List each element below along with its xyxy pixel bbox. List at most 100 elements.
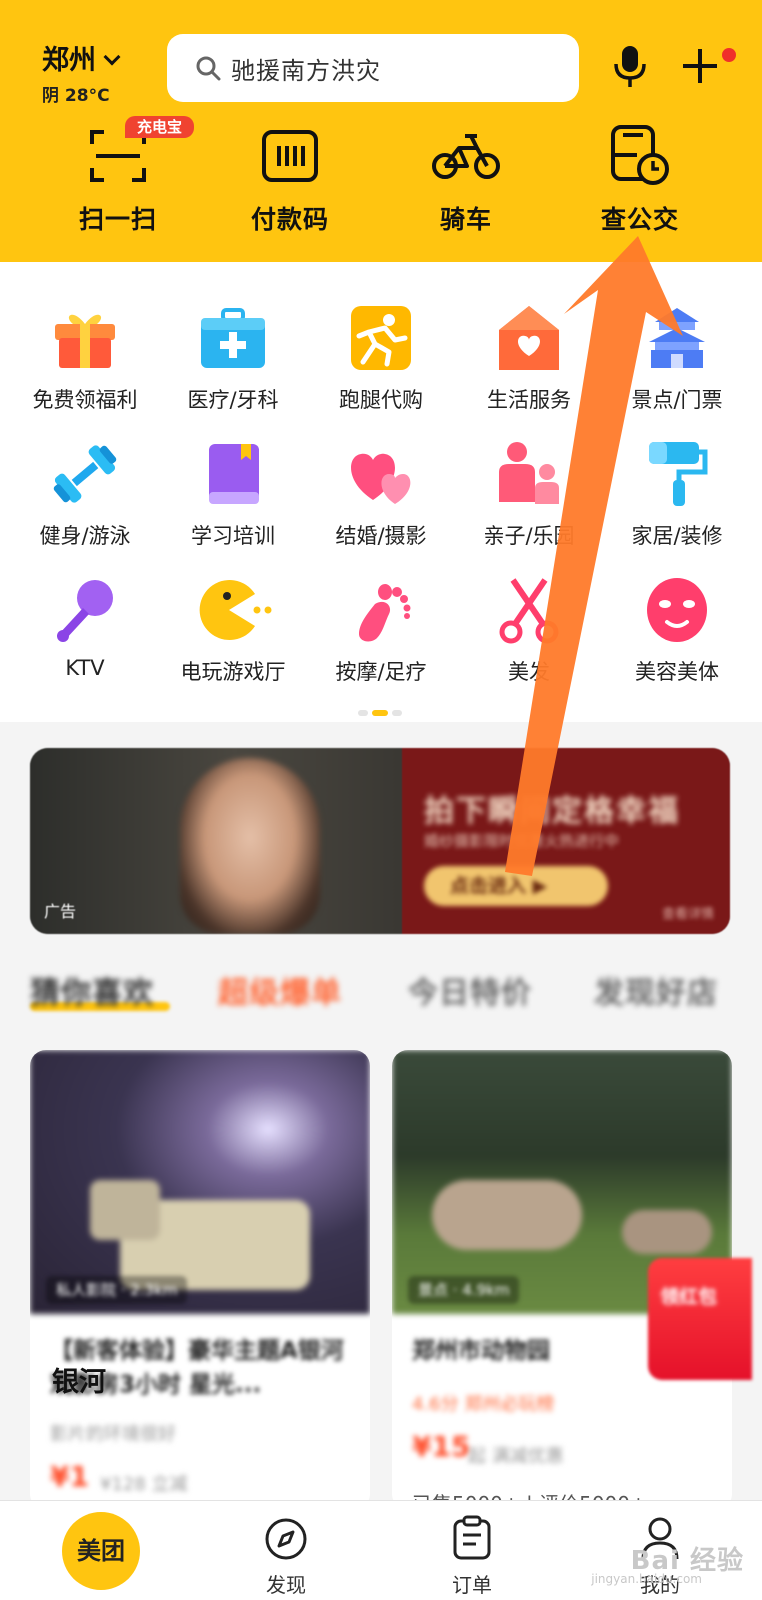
medical-kit-icon <box>201 308 265 368</box>
pacman-icon <box>199 580 272 640</box>
nav-label: 发现 <box>266 1573 306 1597</box>
card-rating: 4.6分 郑州必玩榜 <box>412 1394 555 1415</box>
top-header: 郑州 阴 28°C 驰援南方洪灾 扫一扫 充电宝 付款码 骑车 查公交 <box>0 0 762 262</box>
category-label: 亲子/乐园 <box>483 524 575 548</box>
card-price: ¥1 <box>50 1460 89 1493</box>
search-icon <box>196 56 221 81</box>
category-ktv[interactable]: KTV <box>10 570 160 680</box>
city-name[interactable]: 郑州 <box>42 38 96 77</box>
card-tag: 私人影院 · 2.3km <box>46 1276 188 1304</box>
category-free-welfare[interactable]: 免费领福利 <box>10 298 160 414</box>
category-label: 学习培训 <box>191 524 275 548</box>
category-label: 景点/门票 <box>631 388 723 412</box>
tab-guess-you-like[interactable]: 猜你喜欢 <box>30 968 154 1012</box>
barcode-icon <box>262 130 318 182</box>
quick-action-label: 查公交 <box>600 205 679 234</box>
temple-icon <box>649 308 705 368</box>
banner-photo <box>30 748 402 934</box>
power-bank-badge: 充电宝 <box>125 116 195 138</box>
ad-banner[interactable]: 拍下瞬间定格幸福 婚纱摄影限时优惠火热进行中 点击进入 ▶ 查看详情 广告 <box>30 748 730 934</box>
hearts-icon <box>351 453 411 504</box>
quick-action-label: 骑车 <box>439 205 492 234</box>
city-selector[interactable]: 郑州 阴 28°C <box>42 38 121 106</box>
card-title-visible: 银河 <box>52 1367 106 1398</box>
category-medical[interactable]: 医疗/牙科 <box>158 298 308 414</box>
banner-subtitle: 婚纱摄影限时优惠火热进行中 <box>424 832 620 850</box>
quick-action-pay-code[interactable]: 付款码 <box>220 122 360 236</box>
feed-tabs: 猜你喜欢 超级爆单 今日特价 发现好店 <box>0 960 762 1020</box>
card-review: 影片的环境很好 <box>50 1424 176 1445</box>
parent-child-icon <box>499 442 559 504</box>
bus-clock-icon <box>611 125 669 185</box>
nav-orders[interactable]: 订单 <box>402 1501 542 1600</box>
category-label: 生活服务 <box>487 388 571 412</box>
category-label: 健身/游泳 <box>39 524 131 548</box>
quick-action-bike[interactable]: 骑车 <box>396 122 536 236</box>
banner-cta-button[interactable]: 点击进入 ▶ <box>424 866 608 906</box>
category-life-service[interactable]: 生活服务 <box>454 298 604 414</box>
card-extra: 起 满减优惠 <box>468 1446 564 1467</box>
category-beauty[interactable]: 美容美体 <box>602 570 752 686</box>
card-tag: 景点 · 4.9km <box>408 1276 520 1304</box>
ad-label: 广告 <box>44 902 77 921</box>
foot-icon <box>359 584 411 642</box>
gift-icon <box>55 314 115 368</box>
book-icon <box>209 444 259 504</box>
category-fitness[interactable]: 健身/游泳 <box>10 434 160 550</box>
dumbbell-icon <box>53 445 117 503</box>
face-mask-icon <box>647 578 707 642</box>
scissors-icon <box>499 578 559 644</box>
category-arcade[interactable]: 电玩游戏厅 <box>158 570 308 686</box>
category-parent-child[interactable]: 亲子/乐园 <box>454 434 604 550</box>
category-label: 跑腿代购 <box>339 388 423 412</box>
quick-action-bus[interactable]: 查公交 <box>570 122 710 236</box>
microphone-icon <box>57 580 113 642</box>
category-label: 结婚/摄影 <box>335 524 427 548</box>
house-heart-icon <box>499 306 559 370</box>
category-label: 按摩/足疗 <box>335 660 427 684</box>
quick-action-scan[interactable]: 扫一扫 <box>48 122 188 236</box>
nav-discover[interactable]: 发现 <box>216 1501 356 1600</box>
quick-action-label: 扫一扫 <box>78 205 157 234</box>
category-hair[interactable]: 美发 <box>454 570 604 686</box>
compass-icon <box>265 1518 307 1560</box>
tab-discover-shops[interactable]: 发现好店 <box>594 968 718 1012</box>
category-label: 美容美体 <box>635 660 719 684</box>
model-portrait <box>180 758 320 934</box>
banner-title: 拍下瞬间定格幸福 <box>424 794 680 829</box>
card-image <box>30 1050 370 1314</box>
category-label: 免费领福利 <box>32 388 138 412</box>
floating-ad-text: 领红包 <box>660 1286 718 1308</box>
search-bar[interactable]: 驰援南方洪灾 <box>167 34 579 102</box>
floating-red-packet[interactable]: 领红包 <box>648 1258 752 1380</box>
plus-icon[interactable] <box>680 46 720 86</box>
category-wedding[interactable]: 结婚/摄影 <box>306 434 456 550</box>
category-errand[interactable]: 跑腿代购 <box>306 298 456 414</box>
paint-roller-icon <box>649 442 708 506</box>
notification-dot <box>722 48 736 62</box>
bicycle-icon <box>432 134 500 179</box>
search-placeholder[interactable]: 驰援南方洪灾 <box>231 51 381 86</box>
card-extra: ¥128 立减 <box>100 1474 188 1495</box>
tab-today-special[interactable]: 今日特价 <box>408 968 532 1012</box>
category-home-decor[interactable]: 家居/装修 <box>602 434 752 550</box>
card-price: ¥15 <box>412 1430 471 1463</box>
chevron-down-icon[interactable] <box>103 48 121 66</box>
baidu-watermark-url: jingyan.baidu.com <box>591 1572 702 1586</box>
banner-promo: 拍下瞬间定格幸福 婚纱摄影限时优惠火热进行中 点击进入 ▶ 查看详情 <box>402 748 730 934</box>
category-massage[interactable]: 按摩/足疗 <box>306 570 456 686</box>
tab-super-deals[interactable]: 超级爆单 <box>218 968 342 1012</box>
quick-action-label: 付款码 <box>250 205 329 234</box>
category-label: 电玩游戏厅 <box>180 660 286 684</box>
order-list-icon <box>453 1515 491 1560</box>
category-label: 医疗/牙科 <box>187 388 279 412</box>
category-scenic[interactable]: 景点/门票 <box>602 298 752 414</box>
category-label: 美发 <box>508 660 550 684</box>
feed-card-cinema[interactable]: 私人影院 · 2.3km 【新客体验】豪华主题A银河观影房3小时 星光... 影… <box>30 1050 370 1510</box>
category-training[interactable]: 学习培训 <box>158 434 308 550</box>
runner-icon <box>351 306 411 370</box>
category-label: 家居/装修 <box>631 524 723 548</box>
page-indicator <box>358 710 402 716</box>
microphone-icon[interactable] <box>612 44 648 90</box>
nav-home-meituan[interactable]: 美团 <box>62 1512 140 1590</box>
